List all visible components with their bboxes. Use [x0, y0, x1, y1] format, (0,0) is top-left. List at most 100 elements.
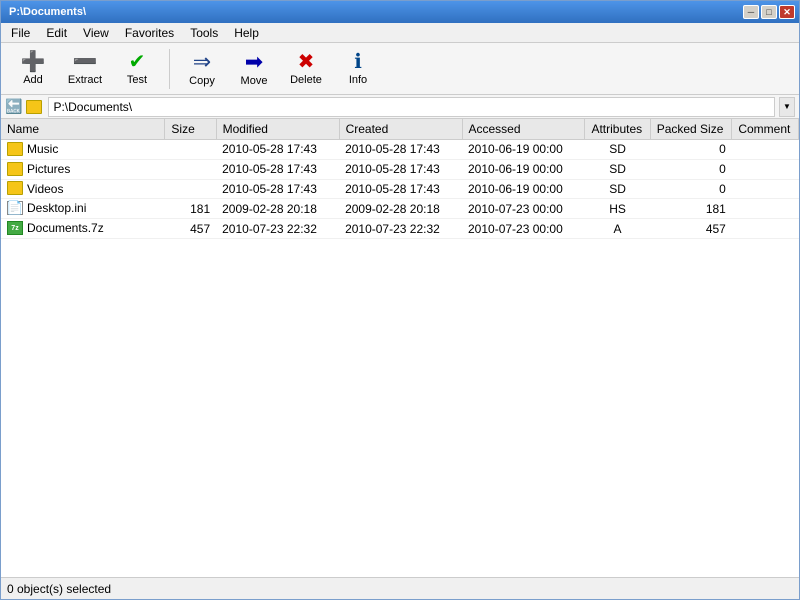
test-button[interactable]: ✔ Test — [113, 47, 161, 91]
toolbar-separator-1 — [169, 49, 170, 89]
file-packed-size-cell: 181 — [650, 199, 732, 219]
file-list-container[interactable]: Name Size Modified Created Accessed Attr… — [1, 119, 799, 577]
file-modified-cell: 2009-02-28 20:18 — [216, 199, 339, 219]
file-modified-cell: 2010-05-28 17:43 — [216, 140, 339, 160]
add-label: Add — [23, 74, 43, 86]
maximize-button[interactable]: □ — [761, 5, 777, 19]
extract-label: Extract — [68, 74, 102, 86]
menu-favorites[interactable]: Favorites — [117, 24, 182, 42]
file-table: Name Size Modified Created Accessed Attr… — [1, 119, 799, 239]
test-icon: ✔ — [129, 52, 146, 72]
file-attributes-cell: SD — [585, 140, 650, 160]
extract-button[interactable]: ➖ Extract — [61, 47, 109, 91]
folder-icon — [7, 142, 23, 156]
file-attributes-cell: HS — [585, 199, 650, 219]
table-row[interactable]: Pictures2010-05-28 17:432010-05-28 17:43… — [1, 159, 799, 179]
main-window: P:\Documents\ ─ □ ✕ File Edit View Favor… — [0, 0, 800, 600]
file-name-text: Pictures — [27, 162, 70, 176]
toolbar: ➕ Add ➖ Extract ✔ Test ⇒ Copy ➡ Move ✖ D… — [1, 43, 799, 95]
file-size-cell — [165, 159, 216, 179]
address-folder-icon — [26, 100, 42, 114]
file-name-cell: Pictures — [1, 159, 165, 179]
nav-back-icon[interactable]: 🔙 — [5, 98, 22, 115]
file-accessed-cell: 2010-06-19 00:00 — [462, 179, 585, 199]
file-name-cell: Videos — [1, 179, 165, 199]
file-attributes-cell: SD — [585, 179, 650, 199]
table-row[interactable]: 📄Desktop.ini1812009-02-28 20:182009-02-2… — [1, 199, 799, 219]
close-button[interactable]: ✕ — [779, 5, 795, 19]
file-name-text: Videos — [27, 182, 63, 196]
file-name-cell: 7zDocuments.7z — [1, 219, 165, 239]
file-comment-cell — [732, 179, 799, 199]
menu-tools[interactable]: Tools — [182, 24, 226, 42]
table-row[interactable]: Music2010-05-28 17:432010-05-28 17:43201… — [1, 140, 799, 160]
file-size-cell: 457 — [165, 219, 216, 239]
file-size-cell — [165, 140, 216, 160]
col-modified[interactable]: Modified — [216, 119, 339, 140]
menu-bar: File Edit View Favorites Tools Help — [1, 23, 799, 43]
file-packed-size-cell: 0 — [650, 159, 732, 179]
folder-icon — [7, 181, 23, 195]
file-size-cell: 181 — [165, 199, 216, 219]
address-input[interactable] — [48, 97, 775, 117]
info-button[interactable]: ℹ Info — [334, 47, 382, 91]
file-attributes-cell: SD — [585, 159, 650, 179]
file-created-cell: 2010-05-28 17:43 — [339, 159, 462, 179]
file-accessed-cell: 2010-07-23 00:00 — [462, 219, 585, 239]
add-icon: ➕ — [21, 52, 46, 72]
file-created-cell: 2010-05-28 17:43 — [339, 179, 462, 199]
col-packed-size[interactable]: Packed Size — [650, 119, 732, 140]
menu-view[interactable]: View — [75, 24, 117, 42]
file-size-cell — [165, 179, 216, 199]
copy-label: Copy — [189, 75, 215, 87]
test-label: Test — [127, 74, 147, 86]
address-dropdown-button[interactable]: ▼ — [779, 97, 795, 117]
menu-file[interactable]: File — [3, 24, 38, 42]
extract-icon: ➖ — [73, 52, 98, 72]
title-bar-controls: ─ □ ✕ — [743, 5, 795, 19]
file-created-cell: 2009-02-28 20:18 — [339, 199, 462, 219]
copy-button[interactable]: ⇒ Copy — [178, 47, 226, 91]
col-created[interactable]: Created — [339, 119, 462, 140]
file-comment-cell — [732, 219, 799, 239]
copy-icon: ⇒ — [193, 51, 211, 73]
table-row[interactable]: 7zDocuments.7z4572010-07-23 22:322010-07… — [1, 219, 799, 239]
file-comment-cell — [732, 199, 799, 219]
menu-help[interactable]: Help — [226, 24, 267, 42]
file-comment-cell — [732, 159, 799, 179]
info-icon: ℹ — [354, 52, 362, 72]
file-created-cell: 2010-07-23 22:32 — [339, 219, 462, 239]
ini-icon: 📄 — [7, 201, 23, 215]
file-packed-size-cell: 0 — [650, 140, 732, 160]
file-accessed-cell: 2010-06-19 00:00 — [462, 140, 585, 160]
delete-button[interactable]: ✖ Delete — [282, 47, 330, 91]
status-bar: 0 object(s) selected — [1, 577, 799, 599]
file-packed-size-cell: 0 — [650, 179, 732, 199]
file-attributes-cell: A — [585, 219, 650, 239]
file-comment-cell — [732, 140, 799, 160]
col-accessed[interactable]: Accessed — [462, 119, 585, 140]
address-bar: 🔙 ▼ — [1, 95, 799, 119]
col-name[interactable]: Name — [1, 119, 165, 140]
file-name-cell: 📄 Desktop.ini — [1, 199, 165, 219]
file-name-text: Desktop.ini — [27, 201, 86, 215]
file-name-cell: Music — [1, 140, 165, 160]
menu-edit[interactable]: Edit — [38, 24, 75, 42]
add-button[interactable]: ➕ Add — [9, 47, 57, 91]
col-attributes[interactable]: Attributes — [585, 119, 650, 140]
7z-icon: 7z — [7, 221, 23, 235]
move-button[interactable]: ➡ Move — [230, 47, 278, 91]
delete-label: Delete — [290, 74, 322, 86]
table-header-row: Name Size Modified Created Accessed Attr… — [1, 119, 799, 140]
move-icon: ➡ — [245, 51, 263, 73]
move-label: Move — [241, 75, 268, 87]
file-modified-cell: 2010-05-28 17:43 — [216, 179, 339, 199]
col-size[interactable]: Size — [165, 119, 216, 140]
file-modified-cell: 2010-07-23 22:32 — [216, 219, 339, 239]
file-accessed-cell: 2010-06-19 00:00 — [462, 159, 585, 179]
file-created-cell: 2010-05-28 17:43 — [339, 140, 462, 160]
minimize-button[interactable]: ─ — [743, 5, 759, 19]
status-text: 0 object(s) selected — [7, 582, 111, 596]
table-row[interactable]: Videos2010-05-28 17:432010-05-28 17:4320… — [1, 179, 799, 199]
col-comment[interactable]: Comment — [732, 119, 799, 140]
